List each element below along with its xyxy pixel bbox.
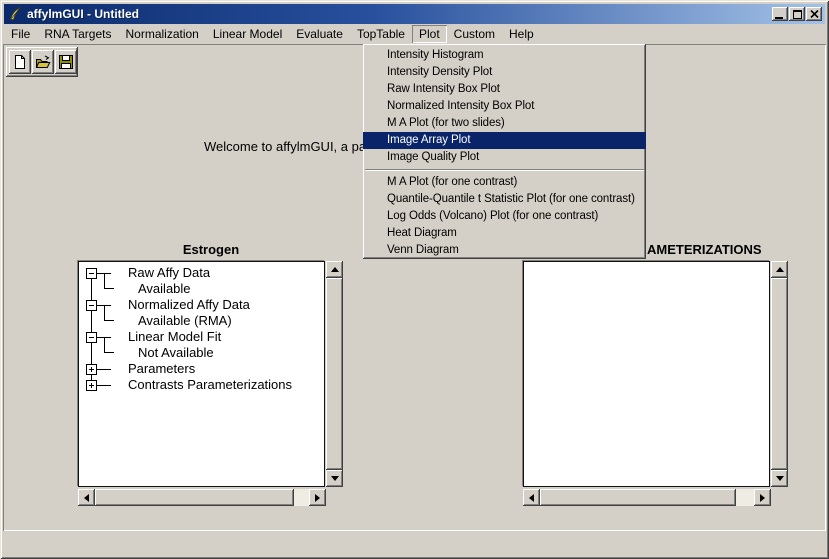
tree-item[interactable]: Linear Model Fit bbox=[128, 329, 221, 345]
menubar-item-plot[interactable]: Plot bbox=[412, 25, 447, 43]
tree-item[interactable]: Normalized Affy Data bbox=[128, 297, 250, 313]
menu-item-ma-plot-two-slides[interactable]: M A Plot (for two slides) bbox=[363, 115, 646, 132]
scroll-down-button[interactable] bbox=[326, 470, 343, 487]
menu-item-log-odds-volcano-plot[interactable]: Log Odds (Volcano) Plot (for one contras… bbox=[363, 208, 646, 225]
save-file-button[interactable] bbox=[55, 50, 77, 74]
minimize-icon bbox=[775, 17, 783, 19]
menu-item-ma-plot-one-contrast[interactable]: M A Plot (for one contrast) bbox=[363, 174, 646, 191]
scroll-left-icon bbox=[84, 494, 89, 502]
menu-item-qq-t-statistic-plot[interactable]: Quantile-Quantile t Statistic Plot (for … bbox=[363, 191, 646, 208]
tree-item-status[interactable]: Available (RMA) bbox=[138, 313, 232, 329]
scroll-right-button[interactable] bbox=[309, 489, 326, 506]
scroll-right-icon bbox=[315, 494, 320, 502]
scroll-up-button[interactable] bbox=[326, 261, 343, 278]
tree-item-status[interactable]: Not Available bbox=[138, 345, 214, 361]
menubar-item-normalization[interactable]: Normalization bbox=[119, 25, 206, 43]
close-icon bbox=[810, 10, 819, 18]
tree-item[interactable]: Contrasts Parameterizations bbox=[128, 377, 292, 393]
menubar-item-evaluate[interactable]: Evaluate bbox=[289, 25, 350, 43]
left-horizontal-scrollbar[interactable] bbox=[78, 489, 326, 506]
maximize-icon bbox=[793, 10, 802, 19]
scrollbar-thumb[interactable] bbox=[540, 489, 736, 506]
maximize-button[interactable] bbox=[789, 7, 805, 21]
welcome-text: Welcome to affylmGUI, a pa bbox=[204, 139, 366, 154]
menu-item-image-quality-plot[interactable]: Image Quality Plot bbox=[363, 149, 646, 166]
menubar-item-linear-model[interactable]: Linear Model bbox=[206, 25, 289, 43]
app-window: affylmGUI - Untitled File RNA Targets No… bbox=[0, 0, 829, 559]
scrollbar-thumb[interactable] bbox=[95, 489, 294, 506]
scroll-right-button[interactable] bbox=[754, 489, 771, 506]
tree-connector-line bbox=[97, 369, 111, 370]
scroll-left-button[interactable] bbox=[523, 489, 540, 506]
scrollbar-thumb[interactable] bbox=[326, 278, 343, 470]
menubar-item-help[interactable]: Help bbox=[502, 25, 541, 43]
menu-item-image-array-plot[interactable]: Image Array Plot bbox=[363, 132, 646, 149]
status-tree-listbox[interactable]: Raw Affy Data Available Normalized Affy … bbox=[78, 261, 325, 487]
close-button[interactable] bbox=[806, 7, 822, 21]
right-panel-title: AMETERIZATIONS bbox=[647, 242, 762, 258]
toolbar bbox=[6, 47, 78, 77]
titlebar[interactable]: affylmGUI - Untitled bbox=[4, 4, 825, 24]
tree-collapse-icon[interactable] bbox=[86, 300, 97, 311]
tree-connector-line bbox=[97, 385, 111, 386]
scroll-down-icon bbox=[331, 476, 339, 481]
scroll-up-button[interactable] bbox=[771, 261, 788, 278]
menubar-item-custom[interactable]: Custom bbox=[447, 25, 502, 43]
menu-item-normalized-intensity-box-plot[interactable]: Normalized Intensity Box Plot bbox=[363, 98, 646, 115]
scroll-up-icon bbox=[331, 267, 339, 272]
scroll-left-button[interactable] bbox=[78, 489, 95, 506]
left-panel-title: Estrogen bbox=[78, 242, 344, 258]
save-icon bbox=[58, 54, 74, 70]
menubar-item-toptable[interactable]: TopTable bbox=[350, 25, 412, 43]
contrasts-parameterizations-listbox[interactable] bbox=[523, 261, 770, 487]
tree-expand-icon[interactable] bbox=[86, 380, 97, 391]
tree-connector-line bbox=[104, 337, 114, 353]
plot-menu-popup: Intensity Histogram Intensity Density Pl… bbox=[363, 44, 646, 259]
scroll-down-button[interactable] bbox=[771, 470, 788, 487]
menubar-item-rna-targets[interactable]: RNA Targets bbox=[37, 25, 118, 43]
menu-item-intensity-histogram[interactable]: Intensity Histogram bbox=[363, 47, 646, 64]
tree-expand-icon[interactable] bbox=[86, 364, 97, 375]
menu-item-heat-diagram[interactable]: Heat Diagram bbox=[363, 225, 646, 242]
scrollbar-thumb[interactable] bbox=[771, 278, 788, 470]
new-file-button[interactable] bbox=[9, 50, 31, 74]
tree-item[interactable]: Parameters bbox=[128, 361, 195, 377]
scroll-down-icon bbox=[776, 476, 784, 481]
minimize-button[interactable] bbox=[772, 7, 788, 21]
right-horizontal-scrollbar[interactable] bbox=[523, 489, 771, 506]
scroll-left-icon bbox=[529, 494, 534, 502]
open-folder-icon bbox=[35, 54, 51, 70]
tree-collapse-icon[interactable] bbox=[86, 332, 97, 343]
tree-connector-line bbox=[104, 305, 114, 321]
right-vertical-scrollbar[interactable] bbox=[771, 261, 788, 487]
tree-item-status[interactable]: Available bbox=[138, 281, 191, 297]
menubar-item-file[interactable]: File bbox=[4, 25, 37, 43]
scroll-up-icon bbox=[776, 267, 784, 272]
menu-item-intensity-density-plot[interactable]: Intensity Density Plot bbox=[363, 64, 646, 81]
scroll-right-icon bbox=[760, 494, 765, 502]
tree-collapse-icon[interactable] bbox=[86, 268, 97, 279]
menu-item-venn-diagram[interactable]: Venn Diagram bbox=[363, 242, 646, 259]
open-file-button[interactable] bbox=[32, 50, 54, 74]
tree-connector-line bbox=[104, 273, 114, 289]
tree-item[interactable]: Raw Affy Data bbox=[128, 265, 210, 281]
app-feather-icon[interactable] bbox=[7, 6, 23, 22]
window-title: affylmGUI - Untitled bbox=[27, 7, 139, 21]
new-document-icon bbox=[12, 54, 28, 70]
menu-separator bbox=[365, 169, 644, 171]
menubar: File RNA Targets Normalization Linear Mo… bbox=[4, 24, 825, 43]
window-controls bbox=[772, 7, 822, 21]
menu-item-raw-intensity-box-plot[interactable]: Raw Intensity Box Plot bbox=[363, 81, 646, 98]
left-vertical-scrollbar[interactable] bbox=[326, 261, 343, 487]
